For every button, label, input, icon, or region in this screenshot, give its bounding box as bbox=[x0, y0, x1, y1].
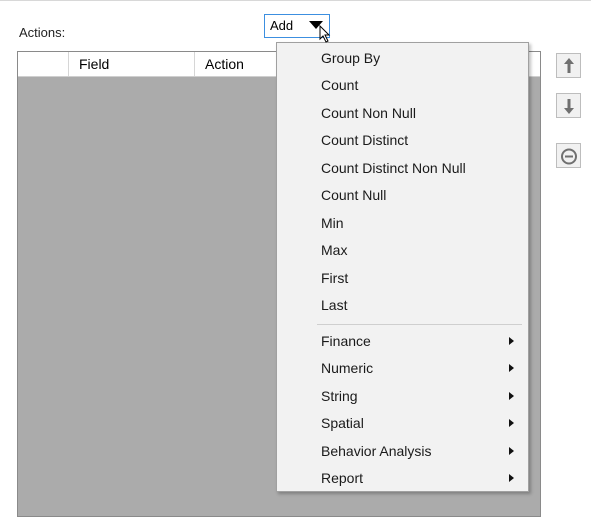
column-header-action[interactable]: Action bbox=[195, 52, 285, 76]
submenu-arrow-icon bbox=[509, 447, 514, 455]
menu-item-count[interactable]: Count bbox=[305, 73, 526, 97]
row-header-column bbox=[18, 52, 69, 76]
column-header-action-label: Action bbox=[205, 56, 244, 72]
move-down-button[interactable] bbox=[556, 93, 581, 118]
arrow-up-icon bbox=[564, 58, 574, 73]
menu-item-count-non-null[interactable]: Count Non Null bbox=[305, 101, 526, 125]
actions-label: Actions: bbox=[19, 25, 66, 40]
submenu-arrow-icon bbox=[509, 337, 514, 345]
menu-item-count-distinct[interactable]: Count Distinct bbox=[305, 128, 526, 152]
menu-icon-gutter bbox=[277, 43, 305, 491]
submenu-arrow-icon bbox=[509, 419, 514, 427]
move-up-button[interactable] bbox=[556, 53, 581, 78]
menu-item-count-distinct-non-null[interactable]: Count Distinct Non Null bbox=[305, 156, 526, 180]
menu-item-first[interactable]: First bbox=[305, 266, 526, 290]
menu-item-count-null[interactable]: Count Null bbox=[305, 183, 526, 207]
add-dropdown-menu: Group By Count Count Non Null Count Dist… bbox=[276, 42, 529, 492]
menu-item-min[interactable]: Min bbox=[305, 211, 526, 235]
menu-item-finance[interactable]: Finance bbox=[305, 329, 526, 353]
menu-item-numeric[interactable]: Numeric bbox=[305, 356, 526, 380]
submenu-arrow-icon bbox=[509, 392, 514, 400]
submenu-arrow-icon bbox=[509, 474, 514, 482]
menu-item-report[interactable]: Report bbox=[305, 466, 526, 490]
menu-item-string[interactable]: String bbox=[305, 384, 526, 408]
top-divider bbox=[0, 0, 591, 1]
minus-circle-icon bbox=[561, 148, 577, 165]
menu-item-last[interactable]: Last bbox=[305, 293, 526, 317]
arrow-down-icon bbox=[564, 99, 574, 114]
column-header-field[interactable]: Field bbox=[69, 52, 195, 76]
menu-item-spatial[interactable]: Spatial bbox=[305, 411, 526, 435]
remove-button[interactable] bbox=[556, 143, 581, 168]
menu-item-behavior-analysis[interactable]: Behavior Analysis bbox=[305, 439, 526, 463]
mouse-pointer-icon bbox=[319, 25, 331, 43]
menu-separator bbox=[317, 324, 522, 325]
menu-item-max[interactable]: Max bbox=[305, 238, 526, 262]
menu-item-group-by[interactable]: Group By bbox=[305, 46, 526, 70]
submenu-arrow-icon bbox=[509, 364, 514, 372]
column-header-field-label: Field bbox=[79, 56, 110, 72]
add-button-label: Add bbox=[270, 18, 294, 33]
